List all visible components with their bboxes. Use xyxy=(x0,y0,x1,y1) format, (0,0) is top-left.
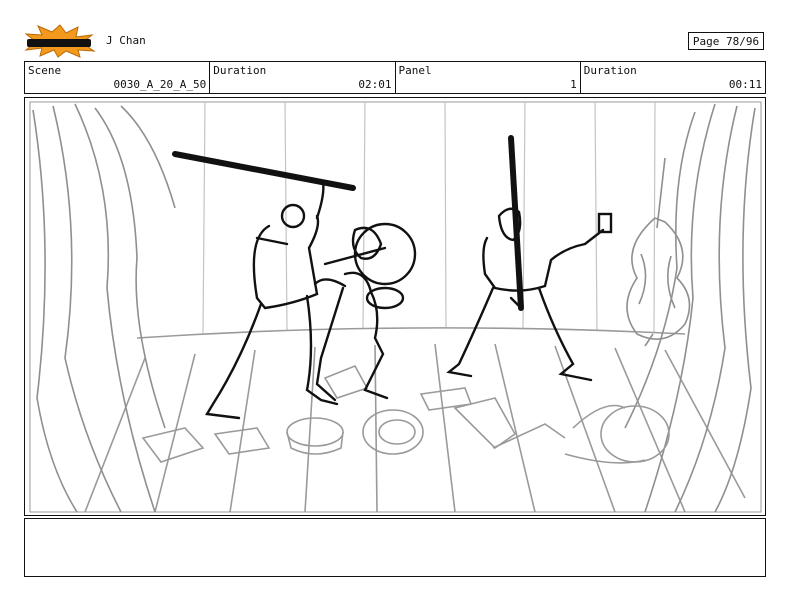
scene-value: 0030_A_20_A_50 xyxy=(113,78,207,91)
fighter-left-sketch xyxy=(172,151,356,420)
curtain-left xyxy=(32,103,176,513)
panel-value: 1 xyxy=(570,78,577,91)
stage-floor xyxy=(84,327,746,513)
panel-duration-cell: Duration 00:11 xyxy=(581,62,765,93)
storyboard-panel-image xyxy=(24,97,766,516)
fighter-right-sketch xyxy=(446,135,613,382)
duration-cell: Duration 02:01 xyxy=(210,62,396,93)
panel-cell: Panel 1 xyxy=(396,62,581,93)
fighter-center-sketch xyxy=(313,222,417,402)
panel-duration-value: 00:11 xyxy=(728,78,762,91)
duration-label: Duration xyxy=(213,64,267,77)
panel-notes-box[interactable] xyxy=(24,518,766,577)
toonboom-logo xyxy=(24,24,96,58)
scene-cell: Scene 0030_A_20_A_50 xyxy=(25,62,211,93)
project-title: J Chan xyxy=(106,34,146,47)
duration-value: 02:01 xyxy=(358,78,392,91)
page-indicator: Page 78/96 xyxy=(688,32,764,50)
back-wall-lines xyxy=(202,101,656,334)
panel-label: Panel xyxy=(398,64,432,77)
storyboard-info-row: Scene 0030_A_20_A_50 Duration 02:01 Pane… xyxy=(24,61,766,94)
panel-duration-label: Duration xyxy=(583,64,637,77)
scene-label: Scene xyxy=(28,64,62,77)
cello-prop xyxy=(626,157,691,347)
